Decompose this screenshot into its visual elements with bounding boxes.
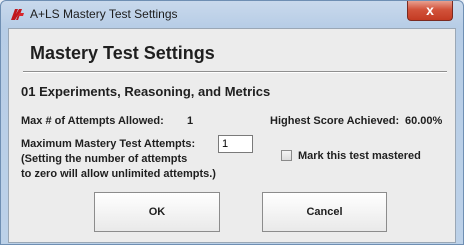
max-attempts-input[interactable] [218, 135, 253, 153]
test-name: 01 Experiments, Reasoning, and Metrics [21, 84, 271, 99]
window-title: A+LS Mastery Test Settings [30, 7, 178, 21]
max-mastery-attempts-label: Maximum Mastery Test Attempts: [21, 138, 196, 150]
max-attempts-allowed-value: 1 [187, 115, 194, 127]
dialog-window: A+LS Mastery Test Settings x Mastery Tes… [0, 0, 464, 245]
title-bar[interactable]: A+LS Mastery Test Settings x [1, 1, 463, 27]
heading-divider [23, 71, 447, 73]
mark-mastered-checkbox[interactable] [281, 150, 292, 161]
highest-score-label: Highest Score Achieved: [270, 115, 400, 127]
max-attempts-allowed-label: Max # of Attempts Allowed: [21, 115, 164, 127]
ok-button[interactable]: OK [94, 192, 220, 232]
highest-score-value: 60.00% [405, 115, 443, 127]
dialog-heading: Mastery Test Settings [30, 43, 215, 63]
cancel-button[interactable]: Cancel [262, 192, 387, 232]
attempts-help-text-line1: (Setting the number of attempts [21, 153, 188, 165]
close-icon: x [426, 2, 434, 18]
mark-mastered-label[interactable]: Mark this test mastered [298, 150, 421, 162]
close-button[interactable]: x [407, 1, 453, 21]
als-logo-icon [11, 9, 24, 20]
attempts-help-text-line2: to zero will allow unlimited attempts.) [21, 168, 216, 180]
